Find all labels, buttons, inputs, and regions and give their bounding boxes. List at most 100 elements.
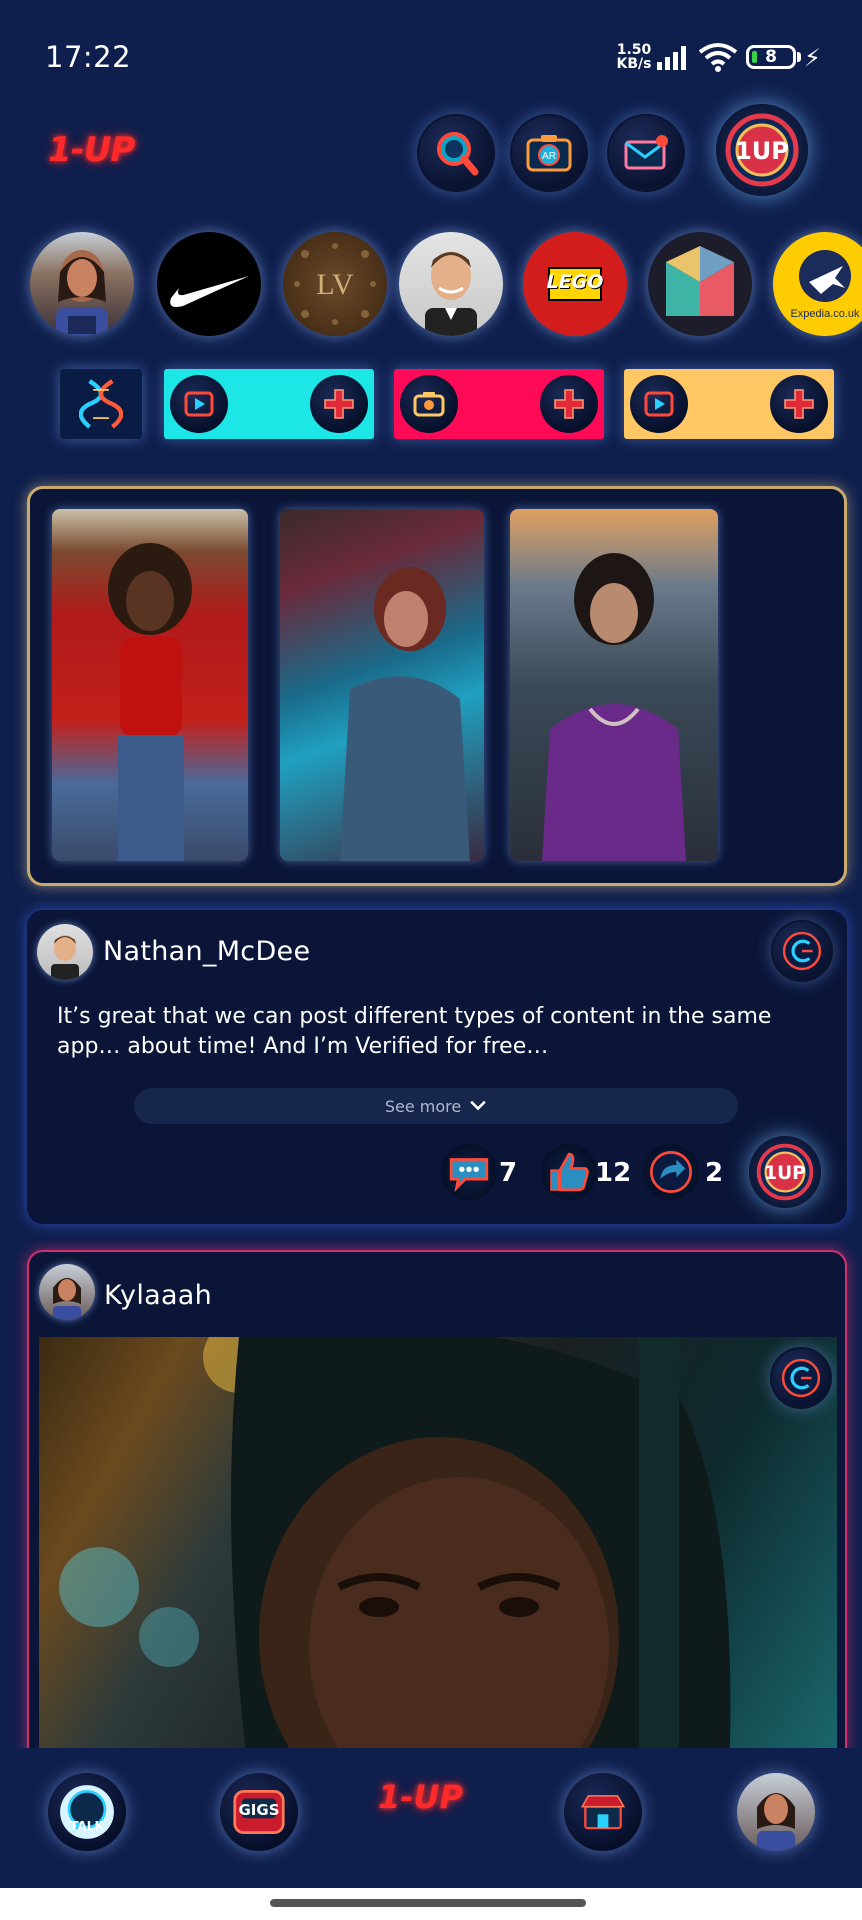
talk-icon xyxy=(60,1785,114,1839)
search-icon xyxy=(437,132,479,176)
story-man[interactable] xyxy=(399,232,503,336)
nav-shop-button[interactable] xyxy=(564,1773,642,1851)
bottom-navigation xyxy=(0,1748,862,1888)
post-options-button[interactable] xyxy=(770,1347,832,1409)
shop-icon xyxy=(580,1795,626,1830)
video-icon-wrap xyxy=(630,375,688,433)
video-icon xyxy=(644,391,674,417)
woman-figure-icon xyxy=(108,543,192,861)
m-brand-logo-icon xyxy=(666,246,734,316)
app-logo[interactable]: 1-UP xyxy=(48,130,135,170)
chevron-down-icon xyxy=(470,1100,486,1111)
plus-icon xyxy=(784,389,814,419)
nav-gigs-button[interactable]: GIGS xyxy=(220,1773,298,1851)
battery-tip xyxy=(797,52,801,62)
plus-icon xyxy=(324,389,354,419)
1up-profile-icon: 1UP xyxy=(725,113,799,187)
share-count: 2 xyxy=(705,1158,724,1188)
svg-text:AR: AR xyxy=(542,151,556,162)
1up-badge-icon: 1UP xyxy=(756,1143,814,1201)
reel-thumbnail-1[interactable] xyxy=(52,509,248,861)
camera-icon xyxy=(413,392,445,417)
camera-icon-wrap xyxy=(400,375,458,433)
home-gesture-handle[interactable] xyxy=(270,1899,586,1907)
wifi-icon xyxy=(698,43,738,72)
reels-panel xyxy=(27,486,847,886)
expedia-plane-icon xyxy=(799,250,851,302)
gigs-label: GIGS xyxy=(238,1801,280,1819)
see-more-button[interactable]: See more xyxy=(134,1088,738,1124)
story-lego[interactable]: LEGO xyxy=(523,232,627,336)
nav-profile-button[interactable] xyxy=(737,1773,815,1851)
woman-figure-icon xyxy=(542,553,686,861)
post-card: Nathan_McDee It’s great that we can post… xyxy=(27,910,847,1224)
ar-camera-button[interactable]: AR xyxy=(510,114,588,192)
svg-text:LV: LV xyxy=(316,268,354,301)
woman-figure-icon xyxy=(340,567,470,861)
woman-avatar-icon xyxy=(757,1793,795,1851)
share-button[interactable] xyxy=(643,1144,699,1200)
story-m-brand[interactable] xyxy=(648,232,752,336)
post-body-text: It’s great that we can post different ty… xyxy=(57,1004,772,1059)
signal-icon xyxy=(657,46,686,70)
post-image[interactable] xyxy=(39,1337,837,1768)
video-icon xyxy=(184,391,214,417)
talk-label: TALK xyxy=(70,1819,104,1833)
svg-text:1UP: 1UP xyxy=(735,137,789,165)
dna-icon xyxy=(79,379,123,429)
mail-icon xyxy=(624,135,668,170)
share-icon xyxy=(650,1151,692,1193)
portrait-photo-icon xyxy=(59,1337,731,1768)
svg-text:1UP: 1UP xyxy=(764,1163,806,1184)
story-louis-vuitton[interactable]: LV xyxy=(283,232,387,336)
battery-icon: 8 xyxy=(746,45,796,69)
see-more-label: See more xyxy=(384,1096,462,1116)
story-nike[interactable] xyxy=(157,232,261,336)
add-button[interactable] xyxy=(540,375,598,433)
lego-label: LEGO xyxy=(546,271,604,293)
story-user[interactable] xyxy=(30,232,134,336)
video-icon-wrap xyxy=(170,375,228,433)
post-card: Kylaaah xyxy=(27,1250,847,1770)
nav-home-logo[interactable]: 1-UP xyxy=(378,1778,463,1816)
search-button[interactable] xyxy=(417,114,495,192)
c-badge-icon xyxy=(782,931,822,971)
1up-react-button[interactable]: 1UP xyxy=(749,1136,821,1208)
woman-avatar-icon xyxy=(53,1278,81,1320)
thumbs-up-icon xyxy=(550,1152,589,1192)
post-author-avatar[interactable] xyxy=(39,1264,95,1320)
man-avatar-icon xyxy=(425,252,477,336)
charging-icon: ⚡ xyxy=(804,44,821,72)
add-photo-pill[interactable] xyxy=(394,369,604,439)
like-count: 12 xyxy=(595,1158,632,1188)
status-time: 17:22 xyxy=(45,40,132,74)
post-options-button[interactable] xyxy=(771,920,833,982)
story-expedia[interactable]: Expedia.co.uk xyxy=(773,232,862,336)
woman-avatar-icon xyxy=(56,250,108,336)
like-button[interactable] xyxy=(541,1144,597,1200)
nav-talk-button[interactable]: TALK xyxy=(48,1773,126,1851)
expedia-label: Expedia.co.uk xyxy=(790,308,860,320)
status-bar: 17:22 1.50 KB/s 8 ⚡ xyxy=(0,0,862,110)
lv-monogram-icon: LV xyxy=(294,243,376,325)
network-speed: 1.50 KB/s xyxy=(616,42,652,72)
ar-camera-icon: AR xyxy=(526,135,572,172)
reel-thumbnail-2[interactable] xyxy=(280,509,484,861)
add-video-pill-2[interactable] xyxy=(624,369,834,439)
post-author-name[interactable]: Nathan_McDee xyxy=(103,936,310,967)
profile-button[interactable]: 1UP xyxy=(716,104,808,196)
comment-button[interactable] xyxy=(441,1144,497,1200)
add-video-pill-1[interactable] xyxy=(164,369,374,439)
dna-button[interactable] xyxy=(60,369,142,439)
add-button[interactable] xyxy=(310,375,368,433)
comment-icon xyxy=(449,1158,489,1193)
man-avatar-icon xyxy=(51,935,79,980)
add-button[interactable] xyxy=(770,375,828,433)
c-badge-icon xyxy=(781,1358,821,1398)
post-author-name[interactable]: Kylaaah xyxy=(104,1280,212,1311)
plus-icon xyxy=(554,389,584,419)
post-author-avatar[interactable] xyxy=(37,924,93,980)
messages-button[interactable] xyxy=(607,114,685,192)
reel-thumbnail-3[interactable] xyxy=(510,509,718,861)
comment-count: 7 xyxy=(499,1158,518,1188)
